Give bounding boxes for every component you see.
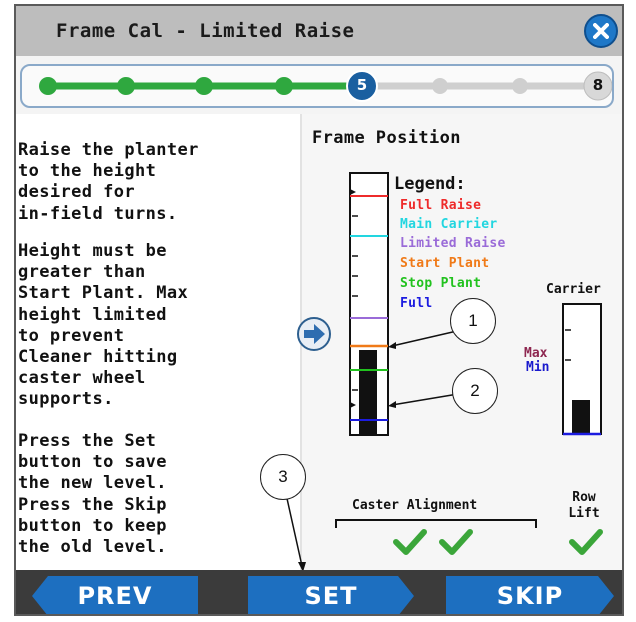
- arrow-right-icon[interactable]: [297, 317, 331, 351]
- callout-3: 3: [260, 454, 306, 500]
- frame-cal-screen: Frame Cal - Limited Raise 5 8 Raise the …: [14, 4, 624, 616]
- callout-3-leader: [285, 493, 303, 567]
- callout-1: 1: [450, 298, 496, 344]
- prev-button-label: PREV: [77, 582, 153, 610]
- caster-bracket: [335, 519, 537, 528]
- row-lift-check-icon: [569, 529, 603, 555]
- skip-button[interactable]: SKIP: [446, 576, 614, 614]
- callout-2-leader: [391, 393, 459, 406]
- caster-check-icon-2: [439, 529, 473, 555]
- frame-gauge-fill: [359, 350, 377, 435]
- skip-button-label: SKIP: [496, 582, 564, 610]
- set-button[interactable]: SET: [248, 576, 414, 614]
- bottom-nav-bar: PREV SET SKIP: [16, 570, 622, 614]
- caster-check-icon-1: [393, 529, 427, 555]
- carrier-gauge-fill: [572, 400, 590, 434]
- prev-button[interactable]: PREV: [32, 576, 198, 614]
- callout-2: 2: [452, 368, 498, 414]
- gauge-drawing: [285, 114, 603, 570]
- set-button-label: SET: [304, 582, 358, 610]
